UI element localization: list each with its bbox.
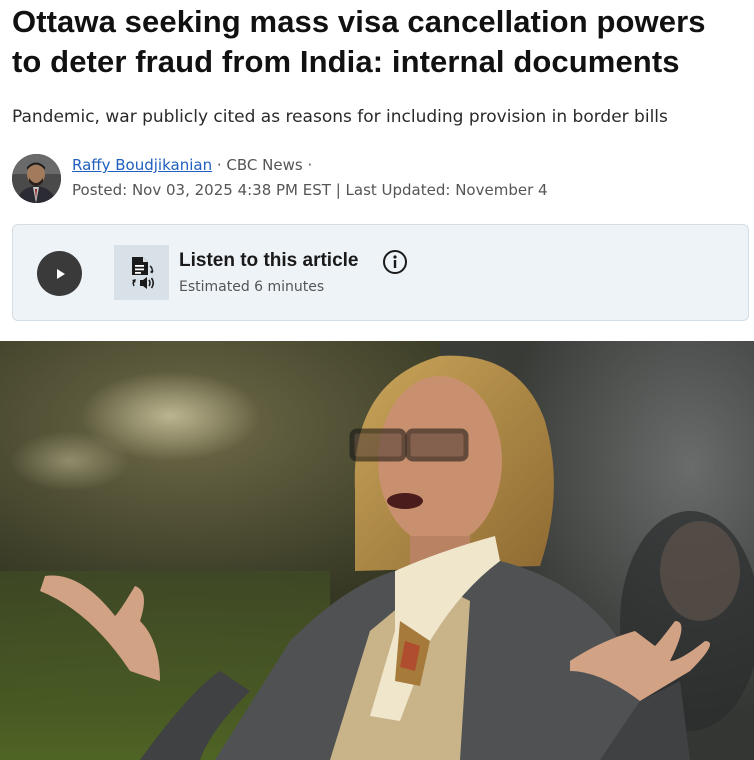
byline-separator: · xyxy=(302,156,313,174)
play-button[interactable] xyxy=(37,251,82,296)
byline: Raffy Boudjikanian · CBC News · Posted: … xyxy=(12,153,747,205)
article-headline: Ottawa seeking mass visa cancellation po… xyxy=(12,2,752,82)
info-icon[interactable] xyxy=(382,249,408,275)
headline-line-1: Ottawa seeking mass visa cancellation po… xyxy=(12,4,706,39)
listen-title: Listen to this article xyxy=(179,250,359,271)
listen-estimate: Estimated 6 minutes xyxy=(179,279,325,295)
outlet-name: CBC News xyxy=(226,156,303,174)
byline-text: Raffy Boudjikanian · CBC News · Posted: … xyxy=(72,153,548,203)
author-avatar[interactable] xyxy=(12,154,61,203)
play-icon xyxy=(56,268,65,279)
hero-image xyxy=(0,341,754,760)
author-link[interactable]: Raffy Boudjikanian xyxy=(72,156,212,174)
listen-to-article-card: Listen to this article Estimated 6 minut… xyxy=(12,224,749,321)
article-deck: Pandemic, war publicly cited as reasons … xyxy=(12,107,668,127)
document-audio-icon xyxy=(114,245,169,300)
post-timestamp: Posted: Nov 03, 2025 4:38 PM EST | Last … xyxy=(72,181,548,199)
byline-separator: · xyxy=(212,156,227,174)
headline-line-2: to deter fraud from India: internal docu… xyxy=(12,44,680,79)
